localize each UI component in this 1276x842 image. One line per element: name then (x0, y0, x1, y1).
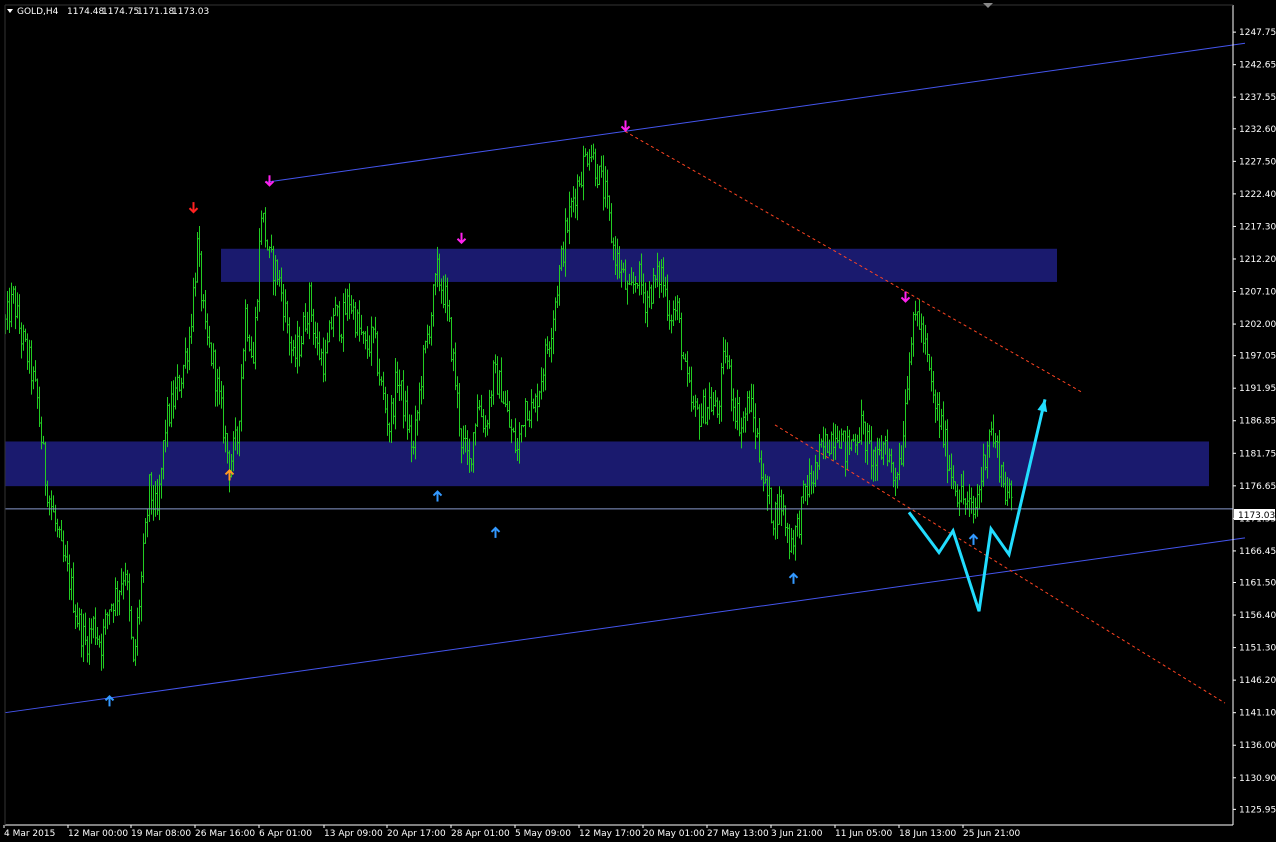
price-tick-label: 1141.10 (1239, 709, 1276, 719)
time-tick-label: 20 Apr 17:00 (387, 829, 446, 839)
price-tick-label: 1176.65 (1239, 482, 1276, 492)
price-tick-label: 1202.00 (1239, 320, 1276, 330)
price-zone[interactable] (5, 441, 1209, 487)
price-tick-label: 1125.95 (1239, 805, 1276, 815)
price-tick-label: 1242.65 (1239, 61, 1276, 71)
time-tick-label: 12 Mar 00:00 (68, 829, 128, 839)
time-tick-label: 26 Mar 16:00 (195, 829, 255, 839)
time-tick-label: 3 Jun 21:00 (771, 829, 823, 839)
time-tick-label: 18 Jun 13:00 (899, 829, 956, 839)
price-tick-label: 1232.60 (1239, 125, 1276, 135)
price-tick-label: 1212.20 (1239, 255, 1276, 265)
symbol-label[interactable]: GOLD,H4 (17, 7, 59, 17)
price-tick-label: 1151.30 (1239, 644, 1276, 654)
time-tick-label: 25 Jun 21:00 (963, 829, 1020, 839)
time-tick-label: 28 Apr 01:00 (451, 829, 510, 839)
chart-background (0, 0, 1276, 842)
price-tick-label: 1191.95 (1239, 384, 1276, 394)
time-tick-label: 11 Jun 05:00 (835, 829, 892, 839)
price-tick-label: 1247.75 (1239, 28, 1276, 38)
price-tick-label: 1222.40 (1239, 190, 1276, 200)
time-tick-label: 13 Apr 09:00 (324, 829, 383, 839)
low-value: 1171.18 (137, 7, 174, 17)
price-tick-label: 1207.10 (1239, 288, 1276, 298)
price-tick-label: 1166.45 (1239, 547, 1276, 557)
time-tick-label: 5 May 09:00 (515, 829, 571, 839)
price-tick-label: 1146.20 (1239, 676, 1276, 686)
price-tick-label: 1136.00 (1239, 741, 1276, 751)
time-tick-label: 27 May 13:00 (707, 829, 769, 839)
current-price-label: 1173.03 (1238, 511, 1275, 521)
chart-canvas[interactable]: 1247.75 1242.65 1237.55 1232.60 1227.50 1222.… (0, 0, 1276, 842)
time-tick-label: 20 May 01:00 (643, 829, 705, 839)
price-tick-label: 1130.90 (1239, 774, 1276, 784)
price-tick-label: 1237.55 (1239, 93, 1276, 103)
time-tick-label: 12 May 17:00 (579, 829, 641, 839)
price-tick-label: 1217.30 (1239, 222, 1276, 232)
price-tick-label: 1156.40 (1239, 611, 1276, 621)
price-tick-label: 1181.75 (1239, 449, 1276, 459)
high-value: 1174.75 (102, 7, 139, 17)
price-tick-label: 1227.50 (1239, 157, 1276, 167)
time-tick-label: 4 Mar 2015 (4, 829, 55, 839)
close-value: 1173.03 (172, 7, 209, 17)
time-tick-label: 6 Apr 01:00 (259, 829, 312, 839)
time-tick-label: 19 Mar 08:00 (131, 829, 191, 839)
price-tick-label: 1186.85 (1239, 417, 1276, 427)
price-tick-label: 1197.05 (1239, 352, 1276, 362)
open-value: 1174.48 (67, 7, 104, 17)
price-tick-label: 1161.50 (1239, 579, 1276, 589)
